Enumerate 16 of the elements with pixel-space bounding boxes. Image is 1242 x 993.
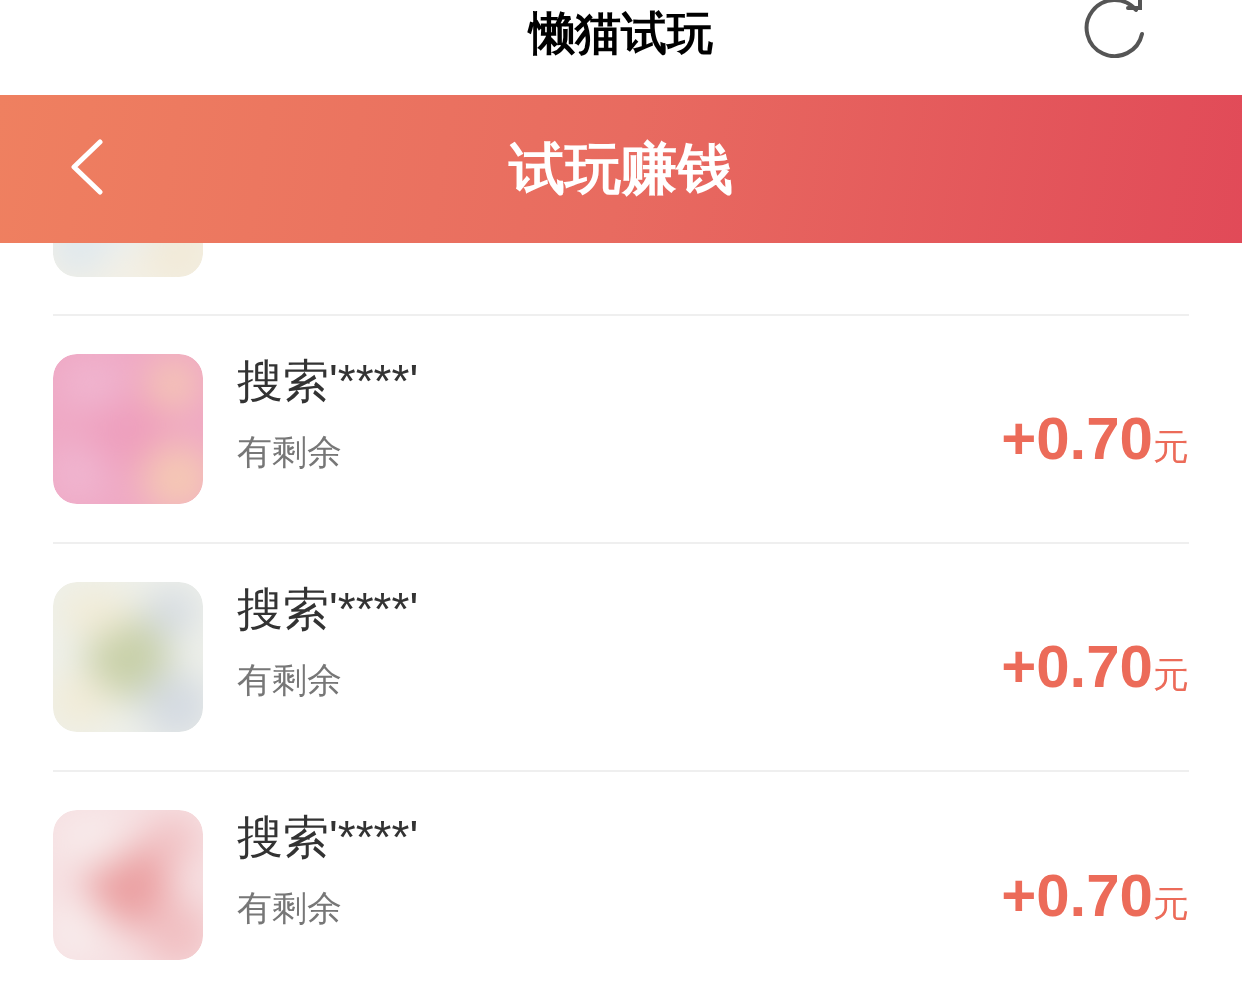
reward-amount: +0.70: [1001, 866, 1153, 926]
app-title: 懒猫试玩: [529, 9, 713, 56]
currency-unit: 元: [1153, 429, 1189, 465]
task-status: 有剩余: [237, 662, 343, 697]
currency-unit: 元: [1153, 657, 1189, 693]
task-title: 搜索'****': [237, 814, 419, 860]
back-icon[interactable]: [68, 139, 104, 195]
refresh-icon[interactable]: [1084, 0, 1146, 58]
page-title: 试玩赚钱: [509, 141, 733, 197]
currency-unit: 元: [1153, 886, 1189, 922]
task-title: 搜索'****': [237, 586, 419, 632]
reward-amount: +0.70: [1001, 637, 1153, 697]
task-status: 有剩余: [237, 890, 343, 925]
reward-amount: +0.70: [1001, 409, 1153, 469]
task-title: 搜索'****': [237, 358, 419, 404]
task-status: 有剩余: [237, 434, 343, 469]
